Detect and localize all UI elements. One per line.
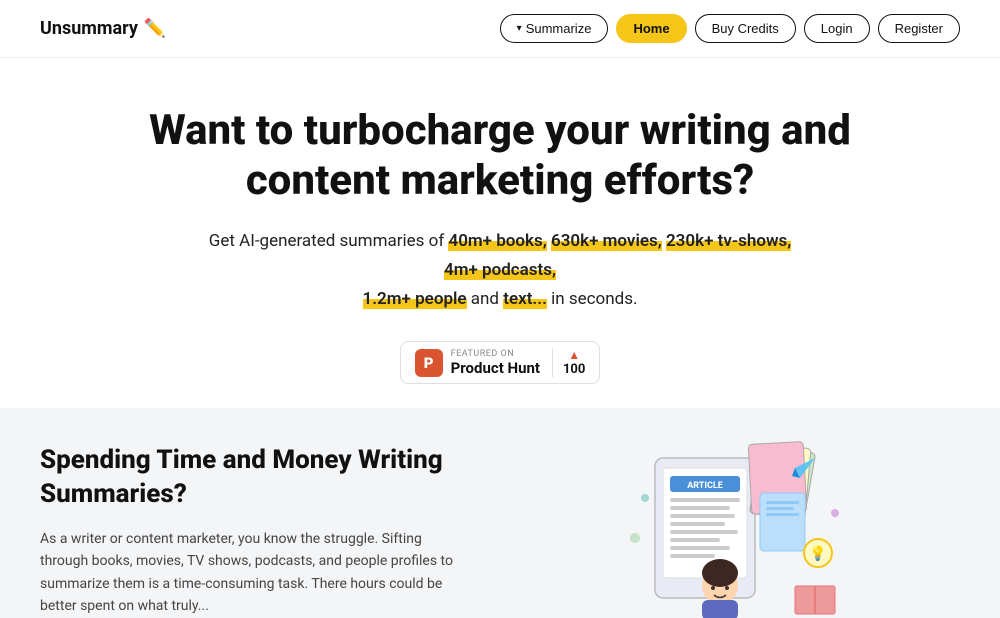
product-hunt-votes: ▲ 100 bbox=[552, 348, 585, 377]
chevron-down-icon: ▾ bbox=[517, 23, 522, 34]
product-hunt-logo: P bbox=[415, 349, 443, 377]
product-hunt-name: Product Hunt bbox=[451, 359, 540, 377]
navbar: Unsummary ✏️ ▾ Summarize Home Buy Credit… bbox=[0, 0, 1000, 58]
product-hunt-badge[interactable]: P FEATURED ON Product Hunt ▲ 100 bbox=[400, 341, 601, 384]
highlight-books: 40m+ books, bbox=[448, 231, 546, 251]
highlight-tvshows: 230k+ tv-shows, bbox=[666, 231, 791, 251]
hero-subtitle: Get AI-generated summaries of 40m+ books… bbox=[200, 227, 800, 314]
svg-text:ARTICLE: ARTICLE bbox=[687, 481, 723, 491]
summarize-button[interactable]: ▾ Summarize bbox=[500, 14, 609, 43]
hero-title: Want to turbocharge your writing and con… bbox=[140, 106, 860, 207]
illustration-svg: ARTICLE 💡 bbox=[600, 438, 860, 618]
home-button[interactable]: Home bbox=[616, 14, 686, 43]
register-button[interactable]: Register bbox=[878, 14, 960, 43]
product-hunt-vote-count: 100 bbox=[563, 362, 585, 377]
nav-buttons: ▾ Summarize Home Buy Credits Login Regis… bbox=[500, 14, 960, 43]
highlight-podcasts: 4m+ podcasts, bbox=[444, 260, 556, 280]
lower-title: Spending Time and Money Writing Summarie… bbox=[40, 444, 460, 512]
product-hunt-featured-label: FEATURED ON bbox=[451, 349, 515, 360]
product-hunt-text: FEATURED ON Product Hunt bbox=[451, 349, 540, 378]
upvote-arrow-icon: ▲ bbox=[568, 348, 580, 362]
highlight-text: text... bbox=[503, 289, 547, 309]
hero-subtitle-before: Get AI-generated summaries of bbox=[209, 231, 449, 251]
logo: Unsummary ✏️ bbox=[40, 18, 166, 39]
lower-section: Spending Time and Money Writing Summarie… bbox=[0, 408, 1000, 618]
pencil-icon: ✏️ bbox=[144, 18, 166, 39]
lower-text-block: Spending Time and Money Writing Summarie… bbox=[40, 444, 460, 618]
lower-description: As a writer or content marketer, you kno… bbox=[40, 528, 460, 618]
login-button[interactable]: Login bbox=[804, 14, 870, 43]
hero-section: Want to turbocharge your writing and con… bbox=[0, 58, 1000, 408]
logo-text: Unsummary bbox=[40, 18, 138, 39]
highlight-movies: 630k+ movies, bbox=[551, 231, 662, 251]
svg-text:💡: 💡 bbox=[809, 545, 826, 562]
buy-credits-button[interactable]: Buy Credits bbox=[695, 14, 796, 43]
lower-illustration: ARTICLE 💡 bbox=[500, 444, 960, 618]
highlight-people: 1.2m+ people bbox=[363, 289, 467, 309]
